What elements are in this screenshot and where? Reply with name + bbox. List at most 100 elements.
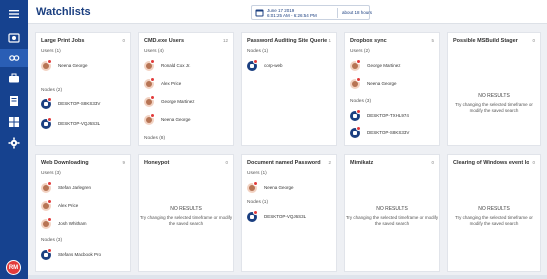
user-avatar-icon: [144, 95, 155, 107]
user-name: Stefan Jarlegren: [58, 185, 92, 190]
card-title: Honeypot: [144, 160, 170, 166]
card-title: Mimikatz: [350, 160, 374, 166]
watchlist-card-mimikatz[interactable]: Mimikatz 0 NO RESULTS Try changing the s…: [344, 154, 440, 272]
card-title: Document named Password: [247, 160, 321, 166]
node-name: Stefans Macbook Pro: [58, 252, 102, 257]
card-count: 0: [122, 38, 125, 43]
card-title: Clearing of Windows event lo: [453, 160, 529, 166]
no-results-hint: Try changing the selected timeframe or m…: [455, 215, 533, 226]
users-heading: Users (1): [247, 171, 267, 176]
binoculars-icon[interactable]: [8, 32, 20, 44]
computer-icon: [247, 210, 258, 222]
user-name: Neena George: [161, 117, 191, 122]
watchlist-card-web-downloading[interactable]: Web Downloading 9 Users (3) Stefan Jarle…: [35, 154, 131, 272]
watchlist-card-clearing-event-log[interactable]: Clearing of Windows event lo 0 NO RESULT…: [447, 154, 541, 272]
computer-icon: [350, 109, 361, 121]
no-results: NO RESULTS Try changing the selected tim…: [345, 206, 439, 226]
nodes-heading: Nodes (3): [350, 99, 372, 104]
no-results-hint: Try changing the selected timeframe or m…: [345, 215, 439, 226]
users-heading: Users (3): [41, 171, 61, 176]
users-heading: Users (1): [41, 49, 61, 54]
user-name: Alex Price: [58, 203, 79, 208]
card-title: Dropbox sync: [350, 38, 387, 44]
computer-icon: [41, 97, 52, 109]
card-count: 0: [532, 38, 535, 43]
sidebar: RM: [0, 0, 28, 279]
no-results: NO RESULTS Try changing the selected tim…: [139, 206, 233, 226]
watchlist-card-cmd-exe-users[interactable]: CMD.exe Users 12 Users (4) Ronald Cox Jr…: [138, 32, 234, 146]
timerange-divider: [337, 8, 338, 18]
node-name: DESKTOP-S8KS33V: [367, 130, 410, 135]
user-avatar-icon: [144, 113, 155, 125]
no-results-heading: NO RESULTS: [376, 206, 408, 212]
no-results-hint: Try changing the selected timeframe or m…: [455, 102, 533, 113]
card-count: 2: [328, 160, 331, 165]
user-name: George Martinez: [367, 63, 401, 68]
card-count: 5: [431, 38, 434, 43]
nodes-heading: Nodes (1): [247, 200, 269, 205]
user-name: Neena George: [58, 63, 88, 68]
user-name: Alex Price: [161, 81, 182, 86]
top-bar: Watchlists June 17 2019 6:01:25 AM - 6:2…: [28, 0, 547, 24]
briefcase-icon[interactable]: [8, 72, 20, 84]
card-title: Web Downloading: [41, 160, 89, 166]
timerange-span: 6:01:25 AM - 6:26:54 PM: [267, 13, 317, 18]
user-name: Ronald Cox Jr.: [161, 63, 191, 68]
watchlist-icon[interactable]: [8, 52, 20, 64]
computer-icon: [247, 59, 258, 71]
watchlist-card-password-auditing[interactable]: Password Auditing Site Querie 1 Nodes (1…: [241, 32, 337, 146]
node-name: DESKTOP-TXHL974: [367, 113, 409, 118]
no-results-hint: Try changing the selected timeframe or m…: [139, 215, 233, 226]
user-name: Neena George: [264, 185, 294, 190]
bottom-scroll-track[interactable]: [28, 275, 547, 279]
watchlist-grid: Large Print Jobs 0 Users (1) Neena Georg…: [28, 24, 547, 279]
card-count: 9: [122, 160, 125, 165]
card-count: 12: [222, 38, 228, 43]
watchlist-card-dropbox-sync[interactable]: Dropbox sync 5 Users (2) George Martinez…: [344, 32, 440, 146]
card-title: CMD.exe Users: [144, 38, 185, 44]
users-heading: Users (4): [144, 49, 164, 54]
no-results: NO RESULTS Try changing the selected tim…: [448, 206, 540, 226]
settings-icon[interactable]: [8, 137, 20, 149]
nodes-heading: Nodes (3): [41, 238, 63, 243]
report-icon[interactable]: [8, 95, 20, 107]
watchlist-card-honeypot[interactable]: Honeypot 0 NO RESULTS Try changing the s…: [138, 154, 234, 272]
card-count: 1: [328, 38, 331, 43]
watchlist-card-large-print-jobs[interactable]: Large Print Jobs 0 Users (1) Neena Georg…: [35, 32, 131, 146]
node-name: corp-web: [264, 63, 283, 68]
user-avatar-icon: [41, 217, 52, 229]
watchlist-card-msbuild-stager[interactable]: Possible MSBuild Stager 0 NO RESULTS Try…: [447, 32, 541, 146]
computer-icon: [350, 126, 361, 138]
users-heading: Users (2): [350, 49, 370, 54]
calendar-icon: [255, 9, 264, 17]
card-title: Large Print Jobs: [41, 38, 85, 44]
dashboard-icon[interactable]: [8, 116, 20, 128]
card-count: 0: [225, 160, 228, 165]
card-title: Password Auditing Site Querie: [247, 38, 328, 44]
menu-icon[interactable]: [8, 8, 20, 20]
user-avatar[interactable]: RM: [6, 260, 21, 275]
timerange-relative: about 18 hours: [342, 10, 373, 15]
node-name: DESKTOP-S8KS33V: [58, 101, 101, 106]
user-avatar-icon: [247, 181, 258, 193]
user-name: Josh Whitham: [58, 221, 87, 226]
user-avatar-icon: [41, 199, 52, 211]
user-avatar-icon: [41, 181, 52, 193]
user-avatar-icon: [41, 59, 52, 71]
no-results: NO RESULTS Try changing the selected tim…: [448, 93, 540, 113]
nodes-heading: Nodes (1): [247, 49, 269, 54]
page-title: Watchlists: [36, 6, 91, 18]
user-avatar-icon: [350, 59, 361, 71]
nodes-heading: Nodes (2): [41, 88, 63, 93]
node-name: DESKTOP-VQJ6S3L: [264, 214, 307, 219]
watchlist-card-document-password[interactable]: Document named Password 2 Users (1) Neen…: [241, 154, 337, 272]
timerange-picker[interactable]: June 17 2019 6:01:25 AM - 6:26:54 PM abo…: [251, 5, 373, 20]
user-avatar-icon: [350, 77, 361, 89]
card-count: 0: [532, 160, 535, 165]
user-avatar-icon: [144, 59, 155, 71]
card-count: 0: [431, 160, 434, 165]
user-name: Neena George: [367, 81, 397, 86]
computer-icon: [41, 248, 52, 260]
card-title: Possible MSBuild Stager: [453, 38, 518, 44]
user-name: George Martinez: [161, 99, 195, 104]
